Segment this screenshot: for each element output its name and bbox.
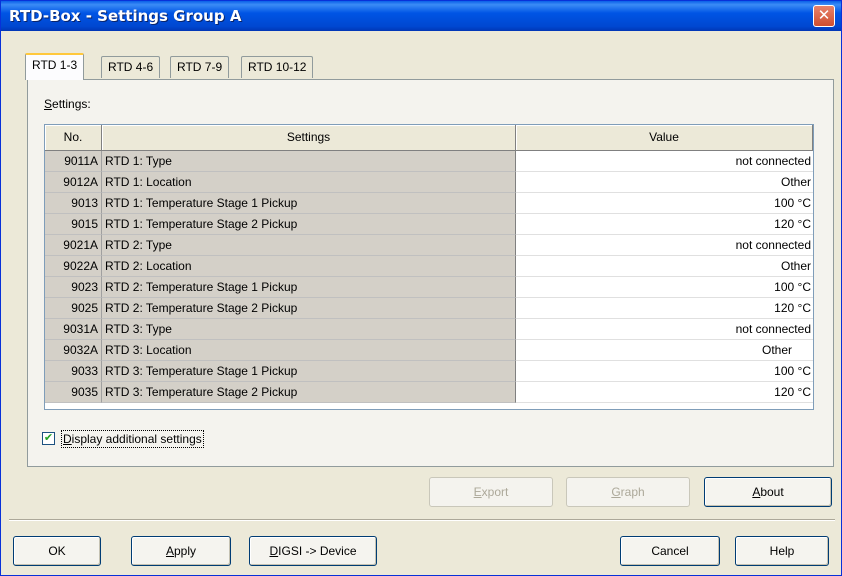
column-header-value[interactable]: Value bbox=[516, 125, 813, 151]
checkmark-icon: ✔ bbox=[43, 432, 54, 444]
title-bar[interactable]: RTD-Box - Settings Group A ✕ bbox=[1, 1, 841, 31]
table-row[interactable]: 9013 RTD 1: Temperature Stage 1 Pickup 1… bbox=[45, 193, 813, 214]
table-row[interactable]: 9022A RTD 2: Location Other bbox=[45, 256, 813, 277]
setting-number: 9021A bbox=[45, 235, 102, 256]
setting-name: RTD 2: Type bbox=[102, 235, 516, 256]
setting-number: 9035 bbox=[45, 382, 102, 403]
settings-grid: No. Settings Value 9011A RTD 1: Type not… bbox=[44, 124, 814, 410]
setting-value[interactable]: 120 °C bbox=[516, 298, 813, 319]
setting-value[interactable]: not connected bbox=[516, 235, 813, 256]
settings-group-label: Settings: bbox=[44, 97, 91, 111]
setting-value[interactable]: not connected bbox=[516, 151, 813, 172]
window-title: RTD-Box - Settings Group A bbox=[9, 7, 242, 25]
setting-value[interactable]: Other bbox=[516, 340, 813, 361]
table-row[interactable]: 9025 RTD 2: Temperature Stage 2 Pickup 1… bbox=[45, 298, 813, 319]
tab-rtd-7-9[interactable]: RTD 7-9 bbox=[170, 56, 230, 78]
setting-name: RTD 2: Temperature Stage 1 Pickup bbox=[102, 277, 516, 298]
setting-number: 9025 bbox=[45, 298, 102, 319]
column-header-settings[interactable]: Settings bbox=[102, 125, 516, 151]
tab-rtd-1-3[interactable]: RTD 1-3 bbox=[25, 53, 85, 80]
tab-label: RTD 10-12 bbox=[248, 60, 307, 74]
setting-name: RTD 3: Temperature Stage 1 Pickup bbox=[102, 361, 516, 382]
about-button[interactable]: About bbox=[704, 477, 832, 507]
setting-name: RTD 2: Temperature Stage 2 Pickup bbox=[102, 298, 516, 319]
table-row[interactable]: 9023 RTD 2: Temperature Stage 1 Pickup 1… bbox=[45, 277, 813, 298]
table-row[interactable]: 9011A RTD 1: Type not connected bbox=[45, 151, 813, 172]
setting-value[interactable]: Other bbox=[516, 172, 813, 193]
setting-number: 9022A bbox=[45, 256, 102, 277]
column-header-no[interactable]: No. bbox=[45, 125, 102, 151]
cancel-button[interactable]: Cancel bbox=[620, 536, 720, 566]
table-row[interactable]: 9033 RTD 3: Temperature Stage 1 Pickup 1… bbox=[45, 361, 813, 382]
setting-number: 9012A bbox=[45, 172, 102, 193]
digsi-to-device-button[interactable]: DIGSI -> Device bbox=[249, 536, 377, 566]
setting-value[interactable]: Other bbox=[516, 256, 813, 277]
setting-name: RTD 1: Temperature Stage 1 Pickup bbox=[102, 193, 516, 214]
setting-number: 9023 bbox=[45, 277, 102, 298]
table-row[interactable]: 9032A RTD 3: Location Other bbox=[45, 340, 813, 361]
display-additional-settings-label[interactable]: Display additional settings bbox=[61, 430, 204, 448]
grid-header: No. Settings Value bbox=[45, 125, 813, 151]
table-row[interactable]: 9012A RTD 1: Location Other bbox=[45, 172, 813, 193]
setting-number: 9011A bbox=[45, 151, 102, 172]
tab-label: RTD 7-9 bbox=[177, 60, 223, 74]
setting-name: RTD 2: Location bbox=[102, 256, 516, 277]
close-button[interactable]: ✕ bbox=[813, 5, 835, 27]
table-row[interactable]: 9015 RTD 1: Temperature Stage 2 Pickup 1… bbox=[45, 214, 813, 235]
setting-name: RTD 3: Temperature Stage 2 Pickup bbox=[102, 382, 516, 403]
settings-dialog: RTD-Box - Settings Group A ✕ RTD 1-3 RTD… bbox=[0, 0, 842, 576]
setting-value[interactable]: 120 °C bbox=[516, 214, 813, 235]
setting-number: 9031A bbox=[45, 319, 102, 340]
help-button[interactable]: Help bbox=[735, 536, 829, 566]
setting-number: 9032A bbox=[45, 340, 102, 361]
ok-button[interactable]: OK bbox=[13, 536, 101, 566]
tab-rtd-4-6[interactable]: RTD 4-6 bbox=[101, 56, 161, 78]
setting-name: RTD 1: Temperature Stage 2 Pickup bbox=[102, 214, 516, 235]
setting-value[interactable]: 100 °C bbox=[516, 277, 813, 298]
setting-number: 9033 bbox=[45, 361, 102, 382]
setting-number: 9013 bbox=[45, 193, 102, 214]
setting-value[interactable]: 100 °C bbox=[516, 193, 813, 214]
setting-name: RTD 1: Type bbox=[102, 151, 516, 172]
tab-rtd-10-12[interactable]: RTD 10-12 bbox=[241, 56, 314, 78]
footer-divider bbox=[9, 519, 835, 521]
setting-name: RTD 3: Location bbox=[102, 340, 516, 361]
table-row[interactable]: 9035 RTD 3: Temperature Stage 2 Pickup 1… bbox=[45, 382, 813, 403]
apply-button[interactable]: Apply bbox=[131, 536, 231, 566]
tab-label: RTD 4-6 bbox=[108, 60, 154, 74]
close-icon: ✕ bbox=[817, 7, 831, 24]
tab-label: RTD 1-3 bbox=[32, 58, 78, 72]
setting-name: RTD 3: Type bbox=[102, 319, 516, 340]
table-row[interactable]: 9031A RTD 3: Type not connected bbox=[45, 319, 813, 340]
setting-value[interactable]: 120 °C bbox=[516, 382, 813, 403]
setting-number: 9015 bbox=[45, 214, 102, 235]
table-row[interactable]: 9021A RTD 2: Type not connected bbox=[45, 235, 813, 256]
setting-name: RTD 1: Location bbox=[102, 172, 516, 193]
graph-button[interactable]: Graph bbox=[566, 477, 690, 507]
tab-panel-rtd-1-3: Settings: No. Settings Value 9011A RTD 1… bbox=[27, 79, 834, 467]
setting-value[interactable]: not connected bbox=[516, 319, 813, 340]
export-button[interactable]: Export bbox=[429, 477, 553, 507]
setting-value[interactable]: 100 °C bbox=[516, 361, 813, 382]
checkbox-box[interactable]: ✔ bbox=[42, 432, 55, 445]
